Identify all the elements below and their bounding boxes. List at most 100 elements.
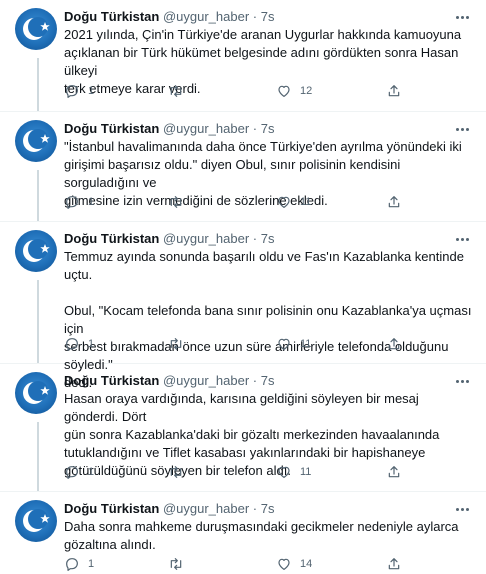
more-icon[interactable]: [452, 502, 472, 516]
flag-emblem-icon: [23, 509, 50, 532]
reply-button[interactable]: 1: [64, 462, 94, 482]
share-button[interactable]: [386, 554, 402, 574]
like-button[interactable]: 12: [276, 81, 312, 101]
author-handle[interactable]: @uygur_haber: [163, 231, 249, 246]
reply-count: 1: [88, 466, 95, 478]
reply-button[interactable]: 1: [64, 554, 94, 574]
avatar[interactable]: [15, 372, 57, 414]
more-icon[interactable]: [452, 232, 472, 246]
tweet-header: Doğu Türkistan @uygur_haber · 7s: [64, 8, 486, 26]
tweet-text: Daha sonra mahkeme duruşmasındaki gecikm…: [64, 519, 459, 552]
flag-emblem-icon: [23, 17, 50, 40]
author-name[interactable]: Doğu Türkistan: [64, 501, 159, 516]
tweet[interactable]: Doğu Türkistan @uygur_haber · 7s 2021 yı…: [0, 0, 486, 112]
reply-count: 1: [88, 558, 95, 570]
reply-button[interactable]: 1: [64, 334, 94, 354]
reply-count: 1: [88, 338, 95, 350]
reply-button[interactable]: 1: [64, 81, 94, 101]
reply-count: 1: [88, 196, 95, 208]
tweet-header: Doğu Türkistan @uygur_haber · 7s: [64, 120, 486, 138]
more-icon[interactable]: [452, 10, 472, 24]
flag-emblem-icon: [23, 239, 50, 262]
like-count: 11: [300, 338, 312, 350]
reply-icon: [66, 558, 78, 571]
reply-icon: [66, 338, 78, 351]
share-icon: [388, 466, 400, 478]
tweet-actions: 1 12: [64, 81, 468, 101]
like-count: 11: [300, 466, 312, 478]
avatar[interactable]: [15, 500, 57, 542]
retweet-button[interactable]: [168, 192, 192, 212]
like-button[interactable]: 11: [276, 334, 311, 354]
like-button[interactable]: 14: [276, 554, 312, 574]
thread-line: [37, 58, 39, 111]
tweet[interactable]: Doğu Türkistan @uygur_haber · 7s "İstanb…: [0, 112, 486, 222]
like-icon: [278, 85, 290, 97]
retweet-button[interactable]: [168, 81, 192, 101]
separator-dot: ·: [252, 373, 258, 388]
tweet[interactable]: Doğu Türkistan @uygur_haber · 7s Daha so…: [0, 492, 486, 571]
retweet-icon: [170, 558, 182, 570]
like-icon: [278, 558, 290, 570]
reply-icon: [66, 466, 78, 479]
author-handle[interactable]: @uygur_haber: [163, 9, 249, 24]
tweet-actions: 1 11: [64, 192, 468, 212]
more-icon[interactable]: [452, 122, 472, 136]
author-handle[interactable]: @uygur_haber: [163, 373, 249, 388]
avatar[interactable]: [15, 230, 57, 272]
author-handle[interactable]: @uygur_haber: [163, 121, 249, 136]
share-icon: [388, 196, 400, 208]
like-icon: [278, 466, 290, 478]
author-name[interactable]: Doğu Türkistan: [64, 373, 159, 388]
share-icon: [388, 558, 400, 570]
avatar[interactable]: [15, 120, 57, 162]
like-icon: [278, 196, 290, 208]
share-button[interactable]: [386, 192, 402, 212]
author-handle[interactable]: @uygur_haber: [163, 501, 249, 516]
tweet-time[interactable]: 7s: [261, 121, 275, 136]
thread-line: [37, 280, 39, 363]
separator-dot: ·: [252, 9, 258, 24]
reply-count: 1: [88, 85, 95, 97]
separator-dot: ·: [252, 231, 258, 246]
like-button[interactable]: 11: [276, 192, 311, 212]
like-count: 11: [300, 196, 312, 208]
tweet-actions: 1 14: [64, 554, 468, 574]
like-count: 14: [300, 558, 313, 570]
separator-dot: ·: [252, 121, 258, 136]
avatar[interactable]: [15, 8, 57, 50]
retweet-button[interactable]: [168, 334, 192, 354]
like-icon: [278, 338, 290, 350]
tweet-time[interactable]: 7s: [261, 501, 275, 516]
tweet-header: Doğu Türkistan @uygur_haber · 7s: [64, 230, 486, 248]
retweet-icon: [170, 338, 182, 350]
like-button[interactable]: 11: [276, 462, 311, 482]
tweet-time[interactable]: 7s: [261, 9, 275, 24]
tweet-actions: 1 11: [64, 462, 468, 482]
share-button[interactable]: [386, 334, 402, 354]
flag-emblem-icon: [23, 381, 50, 404]
share-icon: [388, 338, 400, 350]
retweet-icon: [170, 466, 182, 478]
share-button[interactable]: [386, 462, 402, 482]
more-icon[interactable]: [452, 374, 472, 388]
author-name[interactable]: Doğu Türkistan: [64, 231, 159, 246]
like-count: 12: [300, 85, 313, 97]
reply-icon: [66, 196, 78, 209]
share-button[interactable]: [386, 81, 402, 101]
tweet-actions: 1 11: [64, 334, 468, 354]
tweet-time[interactable]: 7s: [261, 231, 275, 246]
tweet[interactable]: Doğu Türkistan @uygur_haber · 7s Hasan o…: [0, 364, 486, 492]
tweet-thread: Doğu Türkistan @uygur_haber · 7s 2021 yı…: [0, 0, 486, 571]
author-name[interactable]: Doğu Türkistan: [64, 9, 159, 24]
retweet-button[interactable]: [168, 462, 192, 482]
reply-button[interactable]: 1: [64, 192, 94, 212]
tweet-time[interactable]: 7s: [261, 373, 275, 388]
retweet-icon: [170, 85, 182, 97]
retweet-button[interactable]: [168, 554, 192, 574]
tweet[interactable]: Doğu Türkistan @uygur_haber · 7s Temmuz …: [0, 222, 486, 390]
reply-icon: [66, 85, 78, 98]
flag-emblem-icon: [23, 129, 50, 152]
author-name[interactable]: Doğu Türkistan: [64, 121, 159, 136]
tweet-header: Doğu Türkistan @uygur_haber · 7s: [64, 372, 486, 390]
